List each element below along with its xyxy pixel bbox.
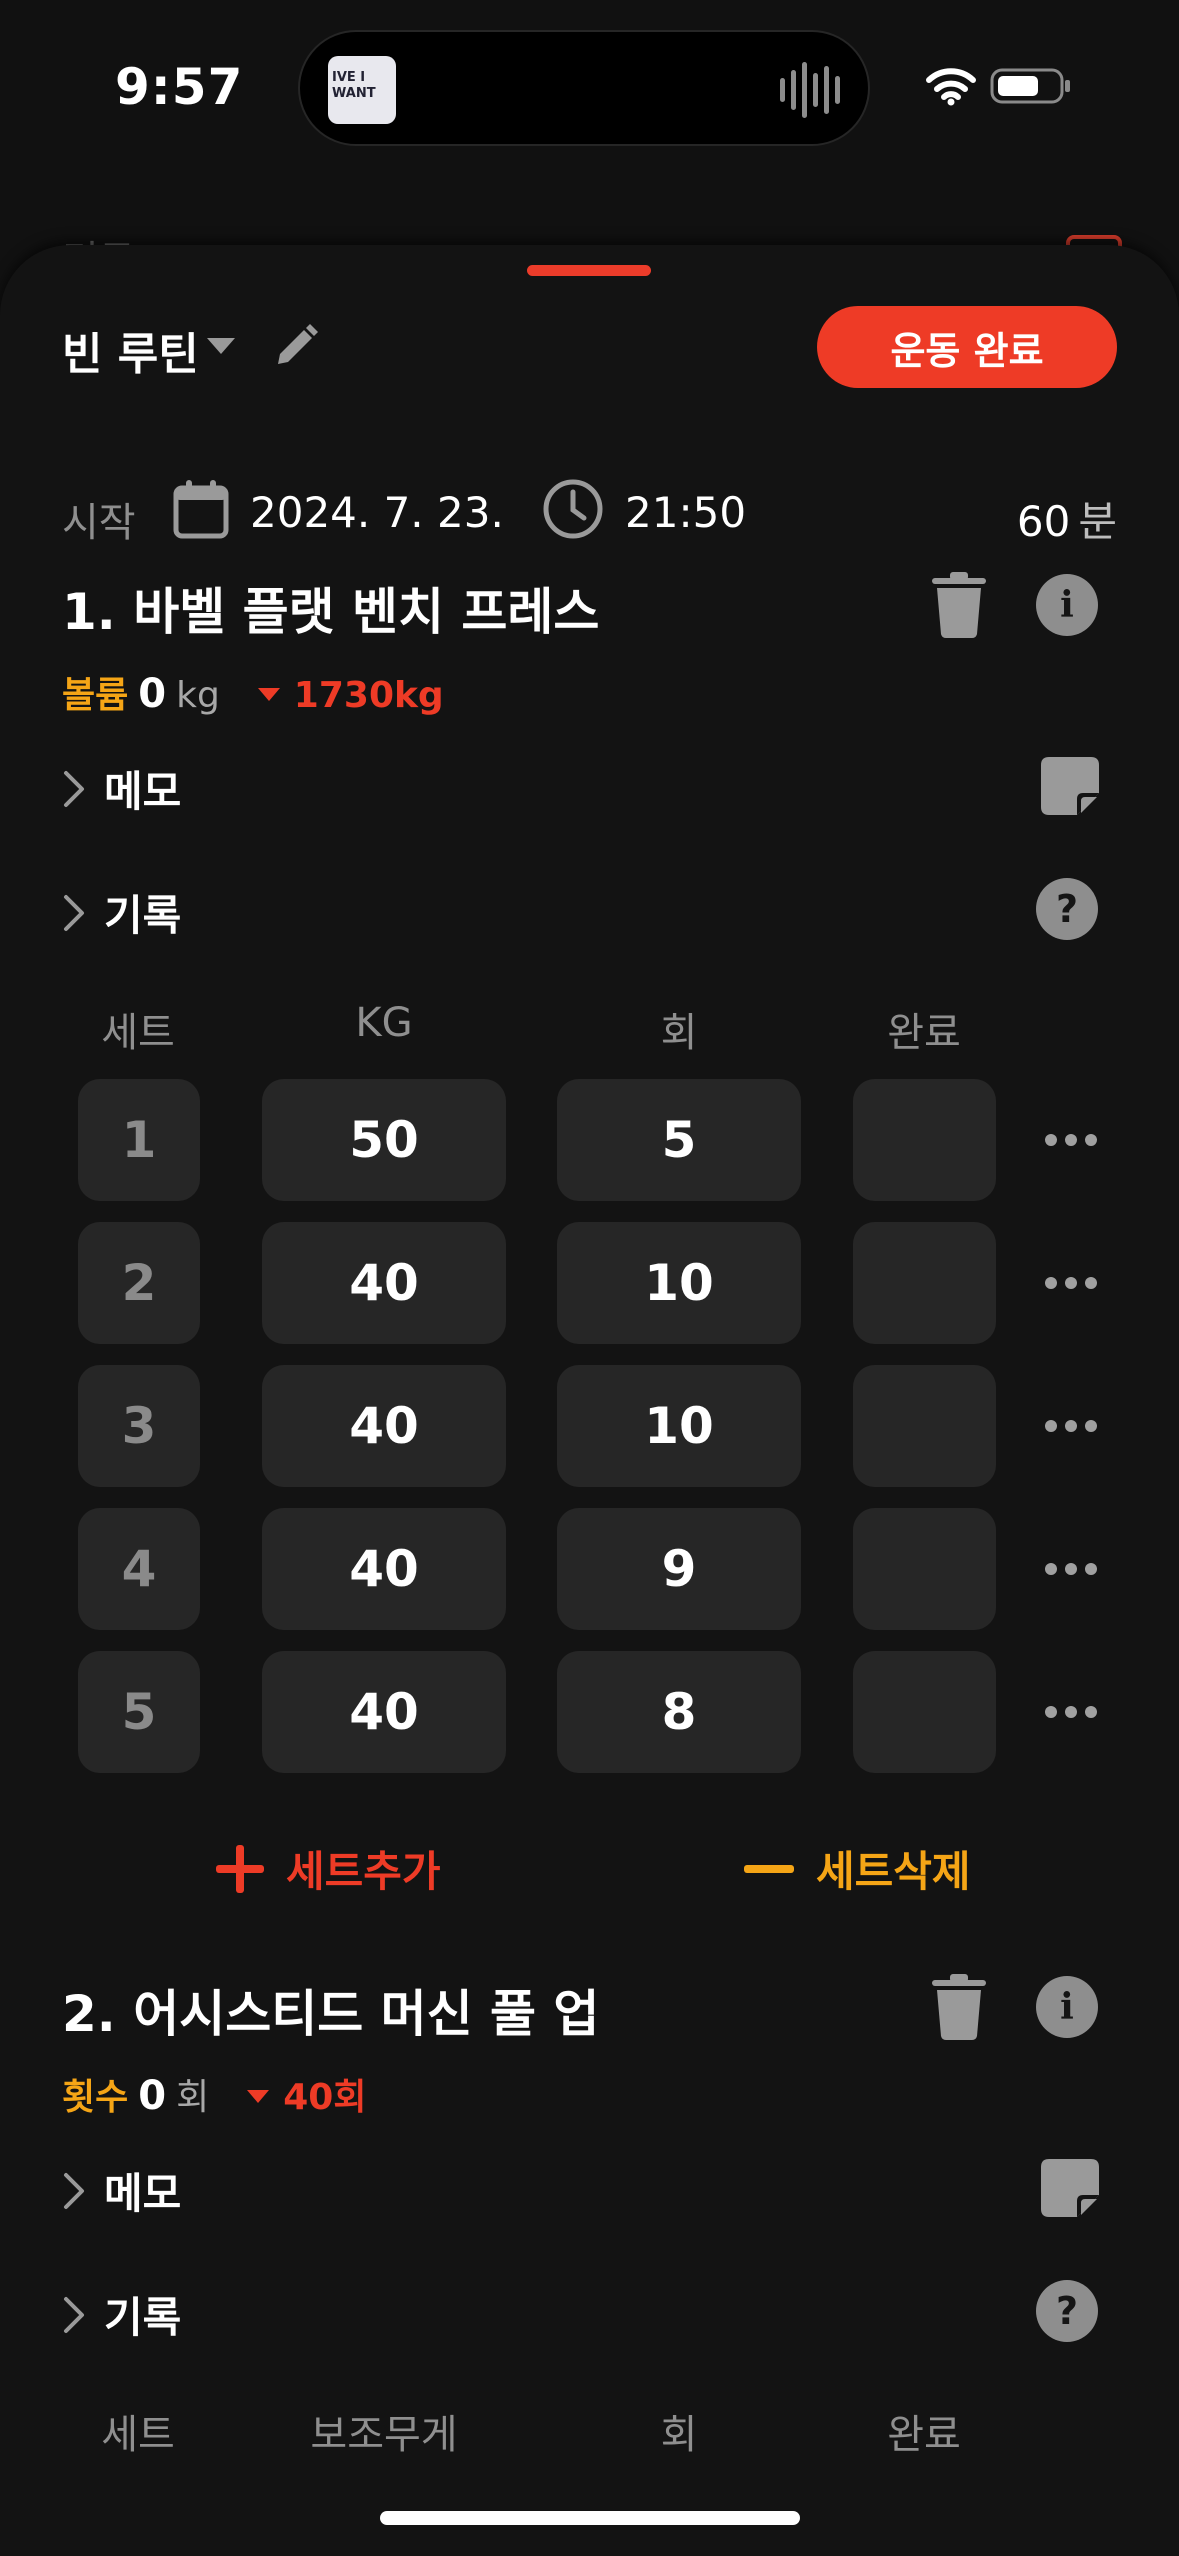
status-time: 9:57 xyxy=(115,58,244,116)
memo-toggle[interactable]: 메모 xyxy=(62,758,181,819)
start-date[interactable]: 2024. 7. 23. xyxy=(250,488,504,537)
reps-stat-label: 횟수 xyxy=(62,2077,129,2118)
volume-stat: 볼륨 0 kg 1730kg xyxy=(62,666,444,718)
reps-input[interactable]: 8 xyxy=(557,1651,801,1773)
history-label: 기록 xyxy=(104,2293,182,2342)
battery-icon xyxy=(990,68,1070,104)
add-set-button[interactable]: 세트추가 xyxy=(216,1838,441,1899)
reps-stat-unit: 회 xyxy=(176,2077,210,2118)
volume-unit: kg xyxy=(176,675,220,716)
weight-input[interactable]: 40 xyxy=(262,1651,506,1773)
volume-diff: 1730kg xyxy=(293,675,444,716)
dynamic-island[interactable]: IVE I WANT xyxy=(298,30,870,146)
column-header-reps: 회 xyxy=(660,2412,698,2458)
volume-label: 볼륨 xyxy=(62,675,129,716)
home-indicator[interactable] xyxy=(380,2511,800,2525)
column-header-done: 완료 xyxy=(887,2412,961,2458)
more-icon[interactable] xyxy=(1045,1134,1097,1146)
decrease-arrow-icon xyxy=(247,2090,270,2103)
chevron-right-icon xyxy=(64,770,84,807)
duration-unit: 분 xyxy=(1078,497,1117,546)
pencil-icon[interactable] xyxy=(270,322,320,372)
help-icon[interactable]: ? xyxy=(1036,2280,1098,2342)
minus-icon xyxy=(744,1864,794,1873)
finish-workout-button[interactable]: 운동 완료 xyxy=(817,306,1117,388)
column-header-reps: 회 xyxy=(660,1010,698,1056)
decrease-arrow-icon xyxy=(257,688,280,701)
more-icon[interactable] xyxy=(1045,1563,1097,1575)
set-complete-checkbox[interactable] xyxy=(853,1508,996,1630)
memo-label: 메모 xyxy=(104,767,182,816)
delete-set-label: 세트삭제 xyxy=(816,1847,971,1896)
wifi-icon xyxy=(926,68,976,106)
history-label: 기록 xyxy=(104,891,182,940)
sheet-grabber[interactable] xyxy=(527,265,651,276)
start-time[interactable]: 21:50 xyxy=(625,488,746,537)
exercise-title[interactable]: 2. 어시스티드 머신 풀 업 xyxy=(62,1974,599,2046)
info-icon[interactable]: i xyxy=(1036,574,1098,636)
column-header-assist-weight: 보조무게 xyxy=(310,2412,458,2458)
set-number: 4 xyxy=(78,1508,200,1630)
weight-input[interactable]: 40 xyxy=(262,1508,506,1630)
chevron-down-icon[interactable] xyxy=(207,338,235,354)
history-toggle[interactable]: 기록 xyxy=(62,882,181,943)
weight-input[interactable]: 50 xyxy=(262,1079,506,1201)
reps-stat: 횟수 0 회 40회 xyxy=(62,2068,366,2120)
trash-icon[interactable] xyxy=(930,572,988,638)
routine-name[interactable]: 빈 루틴 xyxy=(62,318,199,382)
chevron-right-icon xyxy=(64,2296,84,2333)
set-number: 5 xyxy=(78,1651,200,1773)
reps-stat-diff: 40회 xyxy=(283,2077,367,2118)
history-toggle[interactable]: 기록 xyxy=(62,2284,181,2345)
memo-icon[interactable] xyxy=(1041,757,1099,815)
reps-stat-value: 0 xyxy=(138,2073,167,2119)
delete-set-button[interactable]: 세트삭제 xyxy=(744,1838,971,1899)
calendar-icon xyxy=(173,480,229,539)
reps-input[interactable]: 10 xyxy=(557,1365,801,1487)
duration-value: 60 xyxy=(1016,497,1071,546)
reps-input[interactable]: 9 xyxy=(557,1508,801,1630)
plus-icon xyxy=(216,1844,264,1893)
now-playing-artwork: IVE I WANT xyxy=(328,56,396,124)
set-complete-checkbox[interactable] xyxy=(853,1651,996,1773)
weight-input[interactable]: 40 xyxy=(262,1365,506,1487)
chevron-right-icon xyxy=(64,2172,84,2209)
start-label: 시작 xyxy=(62,500,136,546)
help-icon[interactable]: ? xyxy=(1036,878,1098,940)
reps-input[interactable]: 10 xyxy=(557,1222,801,1344)
chevron-right-icon xyxy=(64,894,84,931)
more-icon[interactable] xyxy=(1045,1277,1097,1289)
reps-input[interactable]: 5 xyxy=(557,1079,801,1201)
weight-input[interactable]: 40 xyxy=(262,1222,506,1344)
set-number: 3 xyxy=(78,1365,200,1487)
duration[interactable]: 60 분 xyxy=(1017,488,1117,549)
more-icon[interactable] xyxy=(1045,1420,1097,1432)
set-complete-checkbox[interactable] xyxy=(853,1079,996,1201)
trash-icon[interactable] xyxy=(930,1974,988,2040)
set-complete-checkbox[interactable] xyxy=(853,1222,996,1344)
exercise-title[interactable]: 1. 바벨 플랫 벤치 프레스 xyxy=(62,572,599,644)
set-number: 1 xyxy=(78,1079,200,1201)
column-header-set: 세트 xyxy=(101,2412,175,2458)
column-header-set: 세트 xyxy=(101,1010,175,1056)
audio-wave-icon xyxy=(780,62,840,118)
clock-icon xyxy=(543,479,603,539)
column-header-kg: KG xyxy=(355,1000,413,1046)
set-number: 2 xyxy=(78,1222,200,1344)
memo-label: 메모 xyxy=(104,2169,182,2218)
more-icon[interactable] xyxy=(1045,1706,1097,1718)
info-icon[interactable]: i xyxy=(1036,1976,1098,2038)
memo-toggle[interactable]: 메모 xyxy=(62,2160,181,2221)
set-complete-checkbox[interactable] xyxy=(853,1365,996,1487)
memo-icon[interactable] xyxy=(1041,2159,1099,2217)
volume-value: 0 xyxy=(138,671,167,717)
add-set-label: 세트추가 xyxy=(286,1847,441,1896)
column-header-done: 완료 xyxy=(887,1010,961,1056)
